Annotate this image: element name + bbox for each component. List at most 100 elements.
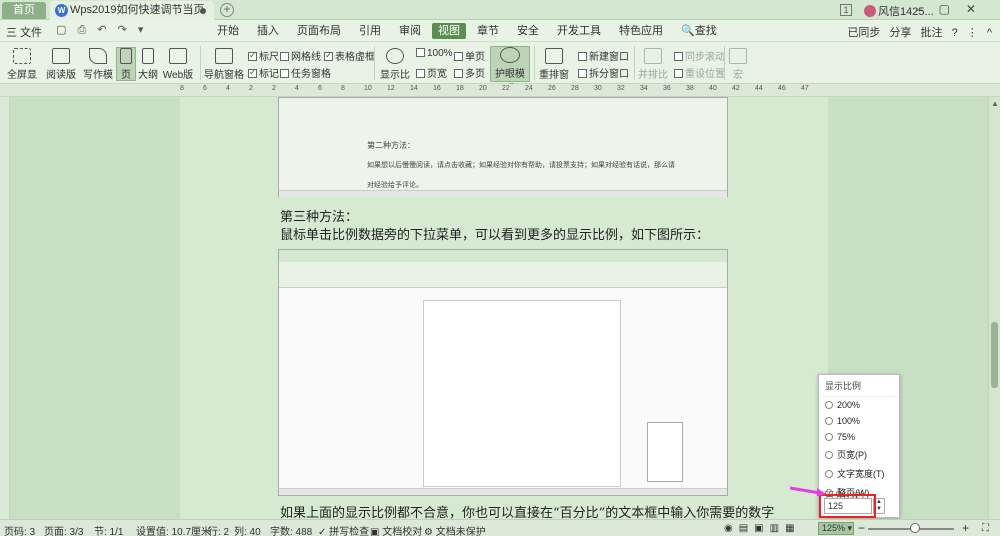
menu-item-7[interactable]: 安全: [508, 20, 548, 42]
macro-button[interactable]: 宏: [728, 48, 748, 81]
gridlines-checkbox[interactable]: 网格线: [280, 48, 321, 63]
single-page-label: 单页: [465, 52, 485, 63]
status-word-count[interactable]: 字数: 488: [270, 523, 312, 536]
reset-position-button[interactable]: 重设位置: [674, 65, 725, 80]
zoom-out-button[interactable]: −: [858, 521, 865, 535]
menu-item-2[interactable]: 页面布局: [288, 20, 350, 42]
ruler-tick-label: 46: [778, 85, 786, 92]
zoom-option[interactable]: 页宽(P): [819, 445, 899, 464]
reset-position-icon: [674, 69, 683, 78]
new-tab-button[interactable]: +: [220, 3, 234, 17]
menu-item-0[interactable]: 开始: [208, 20, 248, 42]
new-window-icon: [578, 52, 587, 61]
ruler-tick-label: 16: [433, 85, 441, 92]
checkbox: [280, 52, 289, 61]
menu-item-4[interactable]: 审阅: [390, 20, 430, 42]
menu-item-5[interactable]: 视图: [432, 23, 466, 39]
scroll-up-icon[interactable]: ▲: [991, 99, 999, 108]
menu-item-10[interactable]: 🔍查找: [672, 20, 726, 42]
zoom-option[interactable]: 100%: [819, 413, 899, 429]
zoom-in-button[interactable]: +: [962, 521, 969, 535]
table-frame-checkbox[interactable]: 表格虚框: [324, 48, 375, 63]
file-menu[interactable]: 三 文件: [6, 24, 42, 40]
menu-item-9[interactable]: 特色应用: [610, 20, 672, 42]
menu-item-1[interactable]: 插入: [248, 20, 288, 42]
status-pages[interactable]: 页面: 3/3: [44, 523, 83, 536]
nav-pane-button[interactable]: 导航窗格: [204, 48, 244, 81]
checkbox: [248, 67, 257, 78]
status-page-number[interactable]: 页码: 3: [4, 523, 35, 536]
shot2-ribbon: [279, 262, 727, 288]
ruler-tick-label: 2: [272, 85, 276, 92]
status-section[interactable]: 节: 1/1: [94, 523, 123, 536]
title-tab-bar: 首页 W Wps2019如何快速调节当页面大小 + 1 风信1425... ‒▢…: [0, 0, 1000, 35]
page-width-icon: [416, 69, 425, 78]
ribbon-divider: [200, 46, 201, 80]
ruler-tick-label: 14: [410, 85, 418, 92]
task-pane-checkbox[interactable]: 任务窗格: [280, 65, 331, 80]
multi-page-button[interactable]: 多页: [454, 65, 485, 80]
split-window-button[interactable]: 拆分窗口: [578, 65, 629, 80]
book-icon: [52, 48, 70, 64]
status-setting[interactable]: 设置值: 10.7厘米: [136, 523, 211, 536]
single-page-button[interactable]: 单页: [454, 48, 485, 63]
zoom-option[interactable]: 75%: [819, 429, 899, 445]
menu-item-6[interactable]: 章节: [468, 20, 508, 42]
spell-check-button[interactable]: ✓ 拼写检查: [318, 523, 369, 536]
radio-icon: [825, 451, 833, 459]
status-row[interactable]: 行: 2: [208, 523, 229, 536]
sync-scroll-label: 同步滚动: [685, 52, 725, 63]
shot1-line: 如果想以后慢慢阅读，请点击收藏；如果经验对你有帮助，请投票支持；如果对经验有话说…: [367, 162, 675, 169]
zoom-slider-thumb[interactable]: [910, 523, 921, 533]
new-window-button[interactable]: 新建窗口: [578, 48, 629, 63]
zoom-option-label: 页宽(P): [837, 450, 867, 460]
zoom-option-label: 75%: [837, 432, 856, 442]
shot2-statusbar: [279, 488, 727, 495]
menu-items: 开始 插入 页面布局 引用 审阅 视图 章节 安全 开发工具 特色应用 🔍查找: [208, 20, 726, 42]
highlight-box: [819, 494, 876, 518]
zoom-100-button[interactable]: 100%: [416, 48, 453, 59]
nav-pane-label: 导航窗格: [204, 70, 244, 81]
ribbon-divider: [724, 46, 725, 80]
ruler-tick-label: 30: [594, 85, 602, 92]
page-view-button[interactable]: 页面: [116, 47, 136, 96]
zoom-option[interactable]: 200%: [819, 397, 899, 413]
zoom-option[interactable]: 文字宽度(T): [819, 464, 899, 483]
checkbox: [324, 50, 333, 61]
vertical-scrollbar[interactable]: ▲: [988, 97, 1000, 519]
window-count-badge[interactable]: 1: [840, 4, 852, 16]
embedded-screenshot-1[interactable]: 第二种方法： 如果想以后慢慢阅读，请点击收藏；如果经验对你有帮助，请投票支持；如…: [278, 97, 728, 197]
radio-icon: [825, 417, 833, 425]
ruler-ticks: 8 6 4 2 2 4 6 8 10 12 14 16 18 20 22 24 26 28 30 32 34 36 38 40…: [180, 85, 828, 96]
embedded-screenshot-2[interactable]: [278, 249, 728, 496]
menu-item-8[interactable]: 开发工具: [548, 20, 610, 42]
eye-care-button[interactable]: 护眼模式: [490, 46, 530, 95]
vertical-ruler[interactable]: [0, 97, 10, 519]
proofread-button[interactable]: ▣ 文档校对: [370, 523, 422, 536]
menu-right-actions[interactable]: 已同步 分享 批注 ? ⋮ ^: [847, 24, 992, 40]
ruler-tick-label: 22: [502, 85, 510, 92]
view-mode-icons[interactable]: ◉▤▣▥▦: [724, 523, 801, 534]
avatar: [864, 5, 876, 17]
window-controls[interactable]: ‒▢✕: [916, 2, 992, 16]
scrollbar-thumb[interactable]: [991, 322, 998, 388]
tab-document[interactable]: W Wps2019如何快速调节当页面大小: [50, 1, 214, 35]
quick-access-toolbar[interactable]: ▢ ⎙ ↶ ↷ ▾: [56, 23, 147, 37]
shot1-heading: 第二种方法：: [367, 141, 415, 150]
unsaved-dot-icon[interactable]: [200, 8, 206, 14]
status-column[interactable]: 列: 40: [234, 523, 261, 536]
fit-window-icon[interactable]: ⛶: [982, 523, 989, 534]
ruler-checkbox[interactable]: 标尺: [248, 48, 279, 63]
tab-home[interactable]: 首页: [2, 2, 46, 19]
sync-scroll-button[interactable]: 同步滚动: [674, 48, 725, 63]
macro-label: 宏: [733, 70, 743, 81]
zoom-level-dropdown[interactable]: 125% ▾: [818, 522, 854, 535]
page-width-button[interactable]: 页宽: [416, 65, 447, 80]
marker-checkbox[interactable]: 标记: [248, 65, 279, 80]
ruler-tick-label: 6: [318, 85, 322, 92]
ruler-tick-label: 4: [295, 85, 299, 92]
outline-button[interactable]: 大纲: [138, 48, 158, 81]
menu-item-3[interactable]: 引用: [350, 20, 390, 42]
horizontal-ruler[interactable]: 8 6 4 2 2 4 6 8 10 12 14 16 18 20 22 24 26 28 30 32 34 36 38 40…: [0, 84, 1000, 97]
protection-button[interactable]: ⚙ 文档未保护: [424, 523, 486, 536]
